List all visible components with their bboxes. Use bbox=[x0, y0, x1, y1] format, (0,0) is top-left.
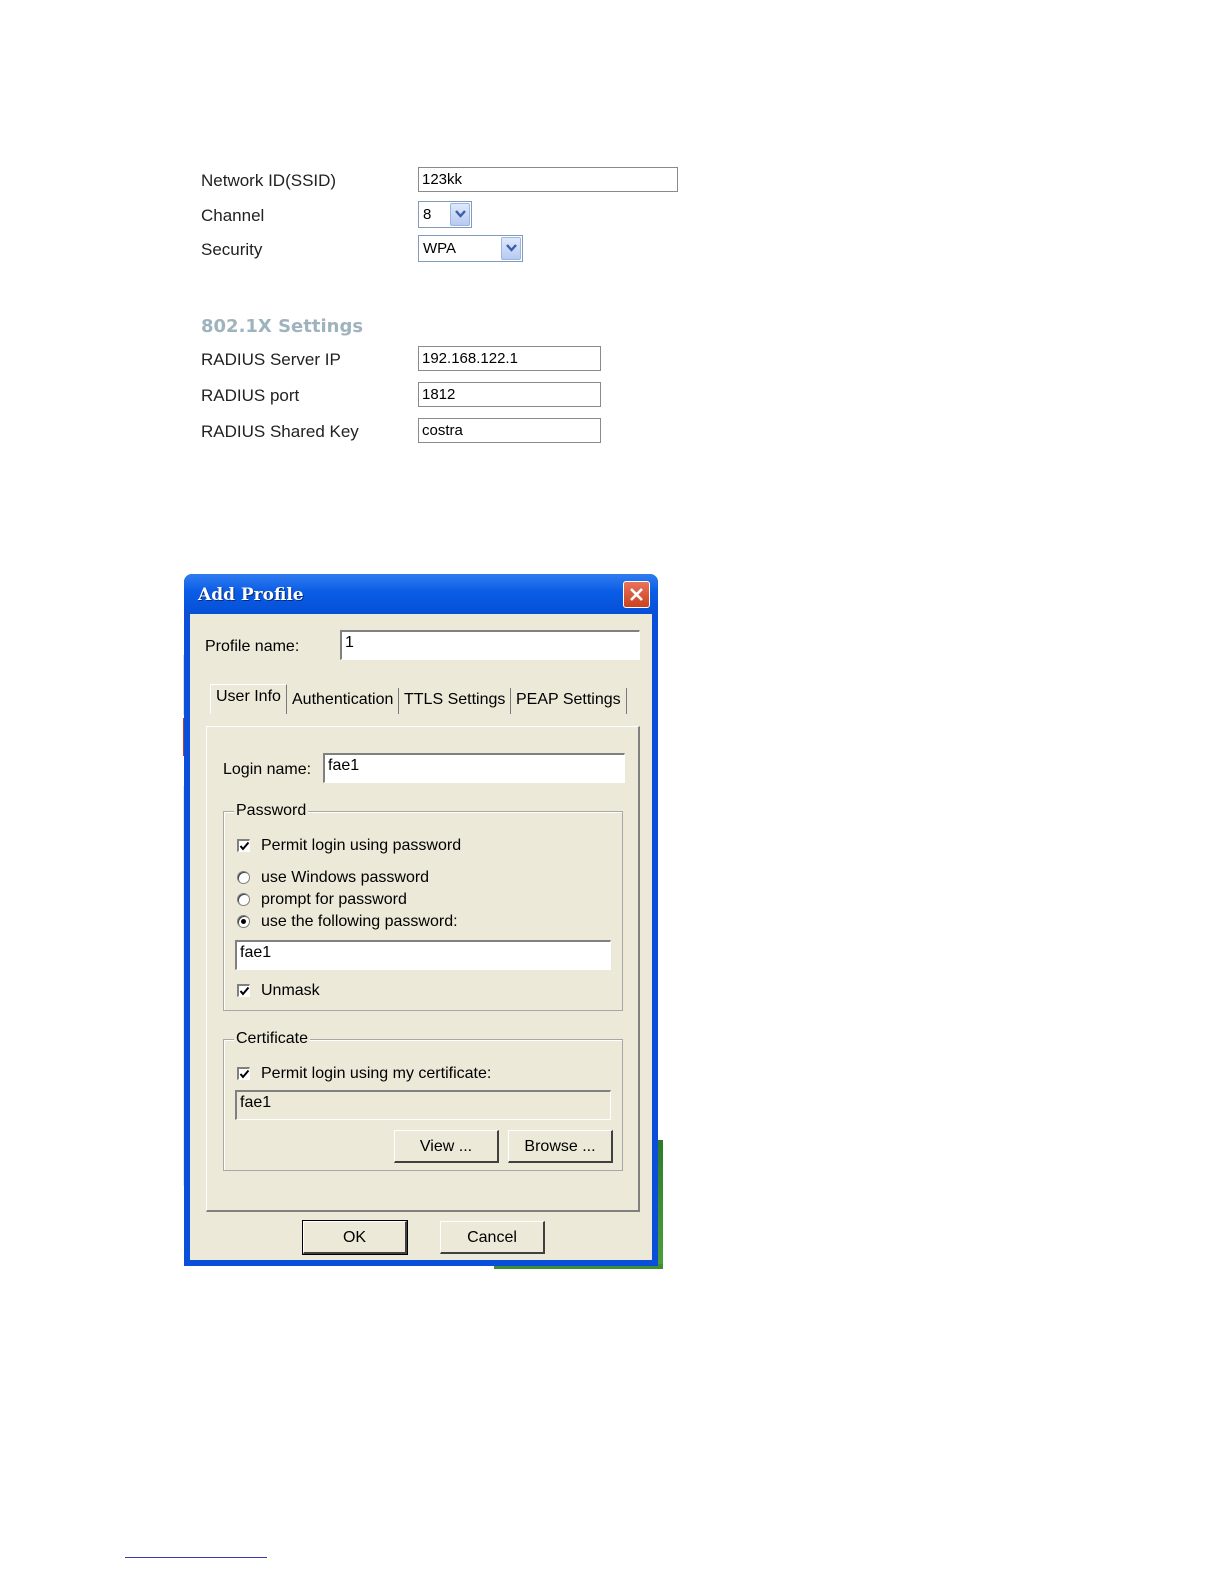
radius-ip-input[interactable]: 192.168.122.1 bbox=[418, 346, 601, 371]
section-heading: 802.1X Settings bbox=[201, 316, 364, 337]
windows-password-label: use Windows password bbox=[261, 869, 430, 886]
radius-key-label: RADIUS Shared Key bbox=[201, 422, 359, 441]
dialog-body: Profile name: 1 User Info Authentication… bbox=[190, 614, 652, 1260]
security-label: Security bbox=[201, 240, 263, 259]
tab-label: TTLS Settings bbox=[404, 691, 506, 708]
certificate-field: fae1 bbox=[235, 1090, 611, 1120]
password-group-title: Password bbox=[234, 802, 309, 820]
cancel-button[interactable]: Cancel bbox=[440, 1221, 545, 1254]
profile-name-label: Profile name: bbox=[205, 638, 300, 655]
checkmark-icon bbox=[239, 986, 250, 996]
ok-button[interactable]: OK bbox=[302, 1220, 408, 1255]
checkmark-icon bbox=[239, 1069, 250, 1079]
permit-certificate-checkbox[interactable] bbox=[237, 1067, 250, 1080]
radius-port-input[interactable]: 1812 bbox=[418, 382, 601, 407]
following-password-label: use the following password: bbox=[261, 913, 458, 930]
radius-ip-label: RADIUS Server IP bbox=[201, 350, 341, 369]
ssid-input[interactable]: 123kk bbox=[418, 167, 678, 192]
channel-label: Channel bbox=[201, 206, 265, 225]
certificate-group: Certificate Permit login using my certif… bbox=[223, 1030, 623, 1171]
channel-value: 8 bbox=[423, 206, 432, 223]
chevron-down-icon[interactable] bbox=[501, 237, 521, 260]
dialog-titlebar[interactable]: Add Profile bbox=[184, 574, 658, 614]
profile-name-input[interactable]: 1 bbox=[340, 630, 640, 660]
login-name-input[interactable]: fae1 bbox=[323, 753, 625, 783]
security-select[interactable]: WPA bbox=[418, 235, 523, 262]
view-button[interactable]: View ... bbox=[394, 1130, 499, 1163]
radius-key-input[interactable]: costra bbox=[418, 418, 601, 443]
tab-peap-settings[interactable]: PEAP Settings bbox=[511, 688, 627, 714]
checkmark-icon bbox=[239, 841, 250, 851]
browse-button[interactable]: Browse ... bbox=[508, 1130, 613, 1163]
radio-selected-dot bbox=[241, 919, 246, 924]
tab-ttls-settings[interactable]: TTLS Settings bbox=[399, 688, 512, 714]
tab-label: PEAP Settings bbox=[516, 691, 621, 708]
tab-label: Authentication bbox=[292, 691, 394, 708]
permit-password-label: Permit login using password bbox=[261, 837, 462, 854]
dialog-title: Add Profile bbox=[198, 585, 304, 605]
channel-select[interactable]: 8 bbox=[418, 201, 472, 228]
security-value: WPA bbox=[423, 240, 457, 257]
tab-user-info[interactable]: User Info bbox=[210, 684, 287, 714]
password-group: Password Permit login using password use… bbox=[223, 802, 623, 1011]
permit-certificate-label: Permit login using my certificate: bbox=[261, 1065, 492, 1082]
unmask-label: Unmask bbox=[261, 982, 320, 999]
ssid-label: Network ID(SSID) bbox=[201, 171, 337, 190]
user-info-panel: Login name: fae1 Password Permit login u… bbox=[206, 726, 640, 1212]
windows-password-radio[interactable] bbox=[237, 871, 250, 884]
following-password-radio[interactable] bbox=[237, 915, 250, 928]
tab-authentication[interactable]: Authentication bbox=[287, 688, 400, 714]
login-name-label: Login name: bbox=[223, 761, 312, 778]
prompt-password-label: prompt for password bbox=[261, 891, 407, 908]
close-icon bbox=[630, 588, 643, 601]
footnote-separator bbox=[125, 1557, 267, 1558]
password-input[interactable]: fae1 bbox=[235, 940, 611, 970]
prompt-password-radio[interactable] bbox=[237, 893, 250, 906]
add-profile-dialog: Add Profile Profile name: 1 User Info Au… bbox=[184, 574, 658, 1266]
radius-port-label: RADIUS port bbox=[201, 386, 300, 405]
tab-label: User Info bbox=[216, 688, 281, 705]
close-button[interactable] bbox=[623, 581, 650, 608]
unmask-checkbox[interactable] bbox=[237, 984, 250, 997]
certificate-group-title: Certificate bbox=[234, 1030, 311, 1048]
permit-password-checkbox[interactable] bbox=[237, 839, 250, 852]
chevron-down-icon[interactable] bbox=[450, 203, 470, 226]
